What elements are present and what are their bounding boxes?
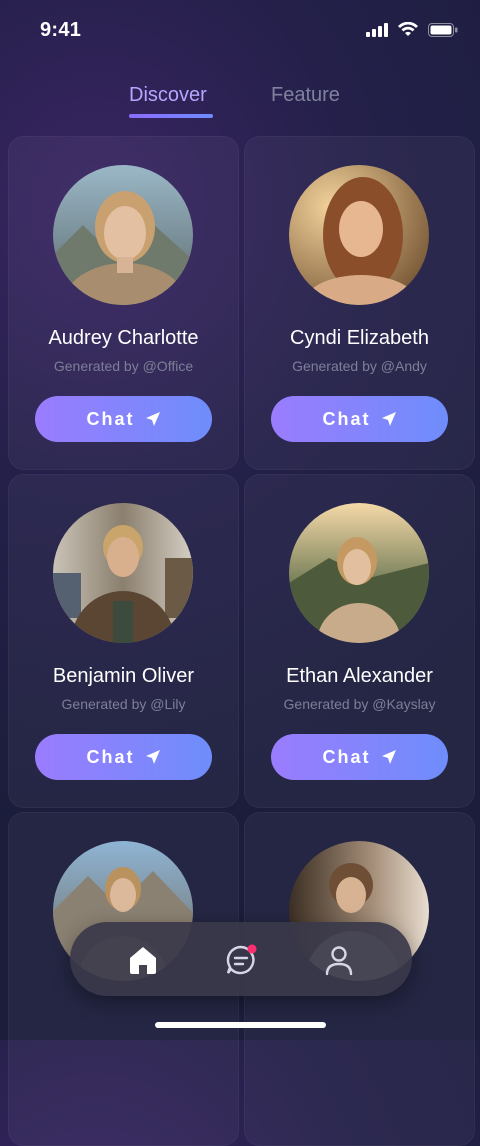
- send-icon: [381, 412, 396, 426]
- tab-feature[interactable]: Feature: [271, 84, 340, 107]
- chat-button[interactable]: Chat: [35, 396, 212, 442]
- generated-by: Generated by @Lily: [61, 696, 186, 712]
- battery-icon: [428, 22, 458, 37]
- signal-icon: [366, 22, 388, 37]
- top-tabs: Discover Feature: [0, 84, 480, 124]
- send-icon: [145, 750, 160, 764]
- character-name: Ethan Alexander: [286, 665, 433, 687]
- character-card[interactable]: Benjamin Oliver Generated by @Lily Chat: [8, 474, 239, 808]
- chat-button[interactable]: Chat: [271, 396, 448, 442]
- generated-by: Generated by @Office: [53, 358, 194, 374]
- chat-button-label: Chat: [322, 408, 371, 429]
- home-indicator: [155, 1022, 326, 1028]
- chat-bubble-icon: [226, 944, 257, 975]
- character-card[interactable]: Audrey Charlotte Generated by @Office Ch…: [8, 136, 239, 470]
- character-name: Cyndi Elizabeth: [290, 327, 429, 349]
- chat-button[interactable]: Chat: [35, 734, 212, 780]
- character-name: Audrey Charlotte: [48, 327, 199, 349]
- nav-profile[interactable]: [322, 943, 356, 977]
- wifi-icon: [398, 22, 418, 36]
- character-card[interactable]: Cyndi Elizabeth Generated by @Andy Chat: [244, 136, 475, 470]
- character-name: Benjamin Oliver: [52, 665, 195, 687]
- avatar: [289, 503, 429, 643]
- character-card[interactable]: Ethan Alexander Generated by @Kayslay Ch…: [244, 474, 475, 808]
- chat-button-label: Chat: [86, 408, 135, 429]
- bottom-nav: [70, 922, 412, 996]
- home-icon: [130, 947, 156, 974]
- profile-icon: [325, 946, 353, 976]
- send-icon: [381, 750, 396, 764]
- chat-button[interactable]: Chat: [271, 734, 448, 780]
- generated-by: Generated by @Andy: [292, 358, 427, 374]
- status-time: 9:41: [40, 19, 82, 41]
- nav-messages[interactable]: [224, 943, 258, 977]
- status-bar: 9:41: [0, 0, 480, 60]
- nav-home[interactable]: [126, 943, 160, 977]
- active-tab-indicator: [129, 114, 213, 118]
- chat-button-label: Chat: [86, 746, 135, 767]
- tab-discover[interactable]: Discover: [129, 84, 207, 107]
- avatar: [53, 165, 193, 305]
- avatar: [53, 503, 193, 643]
- status-icons: [366, 22, 458, 37]
- generated-by: Generated by @Kayslay: [283, 696, 436, 712]
- chat-button-label: Chat: [322, 746, 371, 767]
- notification-dot: [247, 944, 257, 954]
- send-icon: [145, 412, 160, 426]
- avatar: [289, 165, 429, 305]
